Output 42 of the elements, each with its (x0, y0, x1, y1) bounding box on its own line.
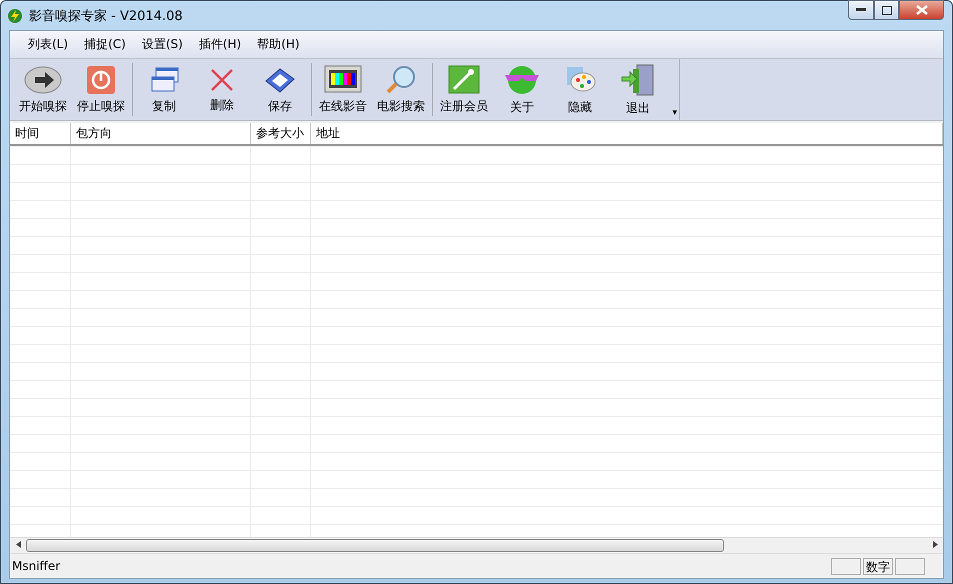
status-panel (895, 558, 925, 574)
scroll-left-icon[interactable] (16, 541, 20, 548)
toolbar-button[interactable]: 复制 (135, 59, 193, 120)
toolbar-button[interactable]: 停止嗅探 (72, 59, 130, 120)
column-header[interactable]: 时间 (10, 123, 71, 144)
magnifier-icon (385, 64, 417, 94)
toolbar-button[interactable]: 开始嗅探 (14, 59, 72, 120)
exit-door-icon (621, 62, 655, 96)
tv-test-pattern-icon (324, 64, 362, 94)
toolbar-button[interactable]: 电影搜索 (372, 59, 430, 120)
scrollbar-thumb[interactable] (26, 539, 724, 552)
lightning-icon (7, 8, 23, 24)
menu-item[interactable]: 帮助(H) (251, 34, 306, 55)
minimize-icon (856, 8, 866, 12)
minimize-button[interactable] (848, 0, 874, 20)
scroll-right-icon[interactable] (932, 541, 938, 548)
maximize-icon (882, 6, 892, 14)
menu-item[interactable]: 列表(L) (22, 34, 74, 55)
column-header[interactable]: 包方向 (71, 123, 251, 144)
close-icon (916, 5, 928, 15)
toolbar-button[interactable]: 隐藏 (551, 59, 609, 120)
status-panel (831, 558, 861, 574)
menu-item[interactable]: 捕捉(C) (78, 34, 132, 55)
toolbar-button[interactable]: 关于 (493, 59, 551, 120)
menu-item[interactable]: 设置(S) (136, 34, 189, 55)
power-icon (86, 64, 116, 94)
toolbar-button[interactable]: 删除 (193, 59, 251, 120)
window-title: 影音嗅探专家 - V2014.08 (29, 8, 184, 24)
toolbar-button[interactable]: 退出 (609, 59, 667, 120)
overflow-arrow[interactable]: ▾ (672, 108, 677, 118)
toolbar-button[interactable]: 在线影音 (314, 59, 372, 120)
close-button[interactable] (899, 0, 944, 20)
column-header[interactable]: 地址 (311, 123, 943, 144)
menu-item[interactable]: 插件(H) (192, 34, 248, 55)
toolbar-button[interactable]: 注册会员 (435, 59, 493, 120)
status-label: 数字 (863, 558, 893, 574)
key-card-icon (448, 64, 480, 94)
toolbar-button[interactable]: 保存 (251, 59, 309, 120)
status-text: Msniffer (11, 559, 62, 573)
column-header[interactable]: 参考大小 (251, 123, 311, 144)
maximize-button[interactable] (874, 0, 899, 20)
ball-sunglasses-icon (503, 64, 541, 96)
